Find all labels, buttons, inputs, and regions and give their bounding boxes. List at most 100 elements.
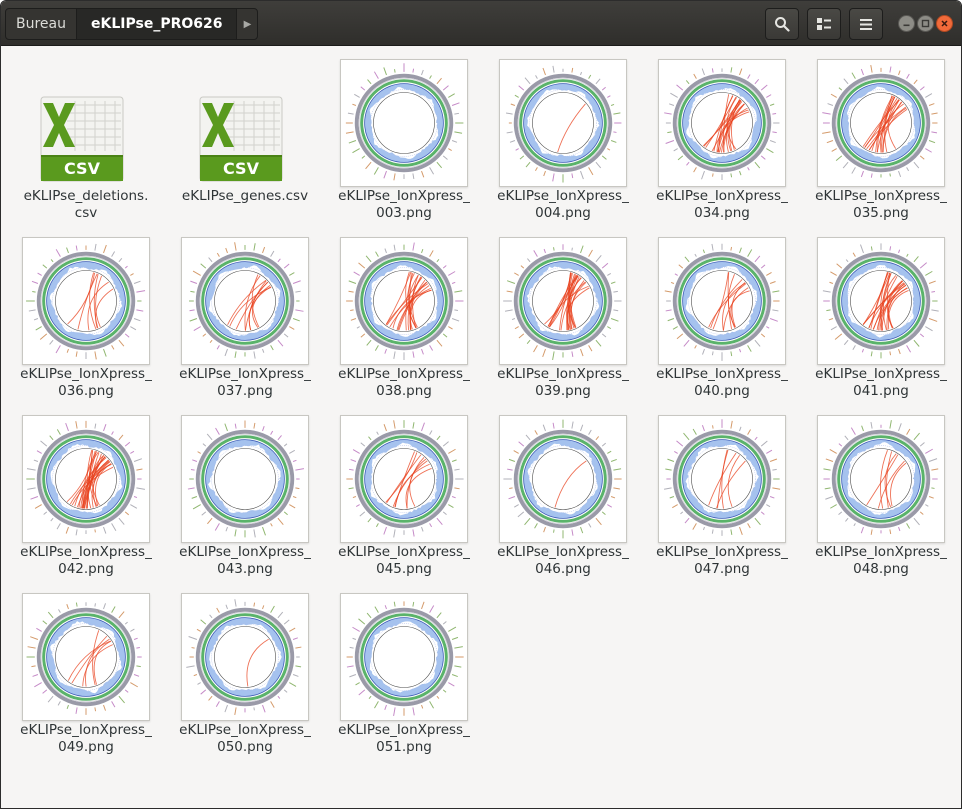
file-name-line-2: 034.png — [694, 205, 750, 221]
search-icon — [775, 17, 790, 32]
png-file-item[interactable]: eKLIPse_IonXpress_ 004.png — [488, 59, 636, 229]
file-name-label: eKLIPse_genes.csv — [170, 188, 320, 205]
csv-file-icon: CSV — [199, 96, 283, 182]
view-options-button[interactable] — [807, 8, 841, 40]
file-name-line-2: 049.png — [58, 739, 114, 755]
image-thumbnail — [658, 237, 786, 365]
png-file-item[interactable]: eKLIPse_IonXpress_ 043.png — [170, 415, 318, 585]
breadcrumb-forward-arrow-icon[interactable]: ▶ — [237, 9, 257, 39]
circos-plot-thumbnail-icon — [345, 63, 464, 181]
file-name-label: eKLIPse_IonXpress_ 050.png — [170, 722, 320, 756]
file-name-label: eKLIPse_IonXpress_ 045.png — [329, 544, 479, 578]
png-file-item[interactable]: eKLIPse_IonXpress_ 050.png — [170, 593, 318, 763]
csv-file-item[interactable]: CSV eKLIPse_genes.csv — [170, 59, 318, 229]
png-file-item[interactable]: eKLIPse_IonXpress_ 038.png — [329, 237, 477, 407]
csv-file-item[interactable]: CSV eKLIPse_deletions. csv — [11, 59, 159, 229]
circos-plot-thumbnail-icon — [664, 67, 780, 181]
file-name-line-2: 035.png — [853, 205, 909, 221]
image-thumbnail — [22, 415, 150, 543]
circos-plot-thumbnail-icon — [189, 242, 304, 359]
csv-icon-wrapper: CSV — [196, 95, 286, 185]
circos-plot-thumbnail-icon — [664, 243, 780, 361]
png-file-item[interactable]: eKLIPse_IonXpress_ 042.png — [11, 415, 159, 585]
file-name-line-2: 036.png — [58, 383, 114, 399]
minimize-icon — [903, 24, 910, 27]
png-file-item[interactable]: eKLIPse_IonXpress_ 039.png — [488, 237, 636, 407]
file-name-label: eKLIPse_IonXpress_ 034.png — [647, 188, 797, 222]
file-name-line-2: 041.png — [853, 383, 909, 399]
search-button[interactable] — [765, 8, 799, 40]
file-name-label: eKLIPse_IonXpress_ 035.png — [806, 188, 956, 222]
image-thumbnail — [22, 237, 150, 365]
file-name-label: eKLIPse_IonXpress_ 042.png — [11, 544, 161, 578]
image-thumbnail — [340, 593, 468, 721]
image-thumbnail — [499, 237, 627, 365]
file-name-line-1: eKLIPse_IonXpress_ — [338, 722, 470, 738]
png-file-item[interactable]: eKLIPse_IonXpress_ 003.png — [329, 59, 477, 229]
png-file-item[interactable]: eKLIPse_IonXpress_ 048.png — [806, 415, 954, 585]
circos-plot-thumbnail-icon — [346, 601, 464, 717]
circos-plot-thumbnail-icon — [822, 64, 938, 178]
file-name-line-1: eKLIPse_IonXpress_ — [815, 188, 947, 204]
file-name-line-2: 038.png — [376, 383, 432, 399]
circos-plot-thumbnail-icon — [822, 243, 939, 359]
menu-button[interactable] — [849, 8, 883, 40]
maximize-button[interactable] — [917, 15, 934, 32]
file-name-line-2: 050.png — [217, 739, 273, 755]
png-file-item[interactable]: eKLIPse_IonXpress_ 049.png — [11, 593, 159, 763]
file-name-line-1: eKLIPse_IonXpress_ — [20, 722, 152, 738]
file-name-line-2: 047.png — [694, 561, 750, 577]
csv-file-icon: CSV — [40, 96, 124, 182]
file-name-line-1: eKLIPse_genes.csv — [181, 188, 309, 204]
file-name-line-1: eKLIPse_IonXpress_ — [179, 722, 311, 738]
close-button[interactable] — [936, 15, 953, 32]
png-file-item[interactable]: eKLIPse_IonXpress_ 051.png — [329, 593, 477, 763]
png-file-item[interactable]: eKLIPse_IonXpress_ 034.png — [647, 59, 795, 229]
minimize-button[interactable] — [898, 15, 915, 32]
image-thumbnail — [22, 593, 150, 721]
image-thumbnail — [499, 415, 627, 543]
png-file-item[interactable]: eKLIPse_IonXpress_ 035.png — [806, 59, 954, 229]
breadcrumb-bureau[interactable]: Bureau — [6, 9, 77, 39]
breadcrumb: Bureau eKLIPse_PRO626 ▶ — [5, 8, 259, 40]
file-name-label: eKLIPse_IonXpress_ 003.png — [329, 188, 479, 222]
header-bar: Bureau eKLIPse_PRO626 ▶ — [1, 1, 961, 46]
image-thumbnail — [181, 593, 309, 721]
file-name-label: eKLIPse_IonXpress_ 051.png — [329, 722, 479, 756]
png-file-item[interactable]: eKLIPse_IonXpress_ 040.png — [647, 237, 795, 407]
circos-plot-thumbnail-icon — [823, 420, 939, 535]
png-file-item[interactable]: eKLIPse_IonXpress_ 036.png — [11, 237, 159, 407]
png-file-item[interactable]: eKLIPse_IonXpress_ 045.png — [329, 415, 477, 585]
file-name-line-1: eKLIPse_IonXpress_ — [179, 544, 311, 560]
file-name-label: eKLIPse_IonXpress_ 037.png — [170, 366, 320, 400]
breadcrumb-current-folder[interactable]: eKLIPse_PRO626 — [77, 9, 238, 39]
file-name-line-1: eKLIPse_IonXpress_ — [815, 366, 947, 382]
png-file-item[interactable]: eKLIPse_IonXpress_ 047.png — [647, 415, 795, 585]
csv-icon-wrapper: CSV — [37, 95, 127, 185]
file-name-line-1: eKLIPse_deletions. — [23, 188, 149, 204]
image-thumbnail — [181, 415, 309, 543]
file-name-line-2: csv — [74, 205, 98, 221]
file-name-line-1: eKLIPse_IonXpress_ — [497, 366, 629, 382]
file-name-line-2: 039.png — [535, 383, 591, 399]
file-name-line-1: eKLIPse_IonXpress_ — [338, 366, 470, 382]
file-name-line-1: eKLIPse_IonXpress_ — [338, 188, 470, 204]
file-name-line-1: eKLIPse_IonXpress_ — [20, 544, 152, 560]
file-name-line-2: 048.png — [853, 561, 909, 577]
png-file-item[interactable]: eKLIPse_IonXpress_ 041.png — [806, 237, 954, 407]
file-name-label: eKLIPse_IonXpress_ 004.png — [488, 188, 638, 222]
image-thumbnail — [340, 415, 468, 543]
file-name-label: eKLIPse_IonXpress_ 049.png — [11, 722, 161, 756]
file-name-line-1: eKLIPse_IonXpress_ — [338, 544, 470, 560]
file-name-line-2: 042.png — [58, 561, 114, 577]
hamburger-menu-icon — [860, 18, 872, 30]
file-name-label: eKLIPse_deletions. csv — [11, 188, 161, 222]
circos-plot-thumbnail-icon — [26, 243, 146, 360]
file-name-label: eKLIPse_IonXpress_ 043.png — [170, 544, 320, 578]
image-thumbnail — [658, 415, 786, 543]
file-name-line-1: eKLIPse_IonXpress_ — [656, 188, 788, 204]
png-file-item[interactable]: eKLIPse_IonXpress_ 046.png — [488, 415, 636, 585]
file-name-label: eKLIPse_IonXpress_ 047.png — [647, 544, 797, 578]
png-file-item[interactable]: eKLIPse_IonXpress_ 037.png — [170, 237, 318, 407]
file-name-line-1: eKLIPse_IonXpress_ — [497, 544, 629, 560]
